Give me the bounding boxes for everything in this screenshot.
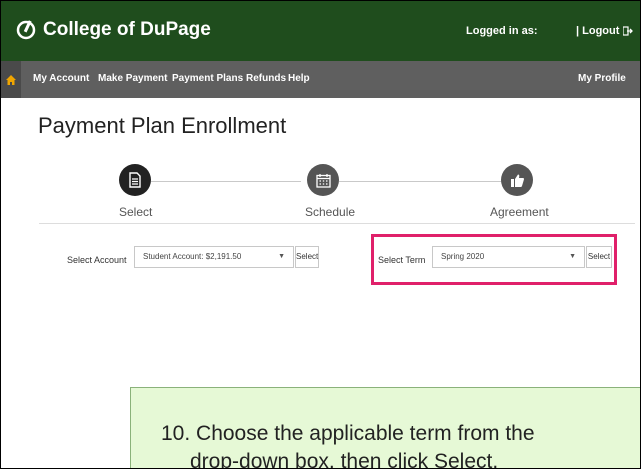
document-icon [129,172,141,188]
term-highlight-box [371,234,617,285]
logout-link[interactable]: | Logout [576,25,634,37]
step-connector [151,181,301,182]
chevron-down-icon: ▼ [278,253,285,260]
college-logo-icon [16,20,36,40]
instruction-text: 10. Choose the applicable term from the … [161,420,535,469]
nav-refunds[interactable]: Refunds [246,73,286,84]
logged-in-label: Logged in as: [466,25,538,37]
step-schedule [307,164,339,196]
instruction-line-1: 10. Choose the applicable term from the [161,422,535,445]
page-title: Payment Plan Enrollment [38,113,287,138]
calendar-icon [315,173,331,188]
logout-label: | Logout [576,25,620,37]
section-divider [39,223,635,224]
account-dropdown[interactable]: Student Account: $2,191.50 ▼ [134,246,294,268]
account-dropdown-value: Student Account: $2,191.50 [143,252,242,261]
step-agreement [501,164,533,196]
select-account-label: Select Account [67,255,127,265]
instruction-line-2: drop-down box, then click Select. [190,450,499,469]
select-account-button[interactable]: Select [295,246,319,268]
instruction-callout: 10. Choose the applicable term from the … [130,387,640,469]
nav-my-profile[interactable]: My Profile [578,73,626,84]
nav-make-payment[interactable]: Make Payment [98,73,167,84]
header-bar: College of DuPage Logged in as: | Logout [1,1,640,61]
home-button[interactable] [1,61,21,98]
thumbs-up-icon [510,174,524,187]
step-connector [339,181,503,182]
main-nav: My Account Make Payment Payment Plans Re… [1,61,640,98]
brand-name: College of DuPage [43,19,211,40]
logout-icon [623,26,634,36]
nav-help[interactable]: Help [288,73,310,84]
college-logo[interactable]: College of DuPage [15,19,211,41]
home-icon [6,74,16,85]
nav-payment-plans[interactable]: Payment Plans [172,73,243,84]
app-window: College of DuPage Logged in as: | Logout… [0,0,641,469]
step-label-agreement: Agreement [490,205,549,219]
nav-my-account[interactable]: My Account [33,73,89,84]
step-label-schedule: Schedule [305,205,356,219]
step-select [119,164,151,196]
step-label-select: Select [119,205,153,219]
